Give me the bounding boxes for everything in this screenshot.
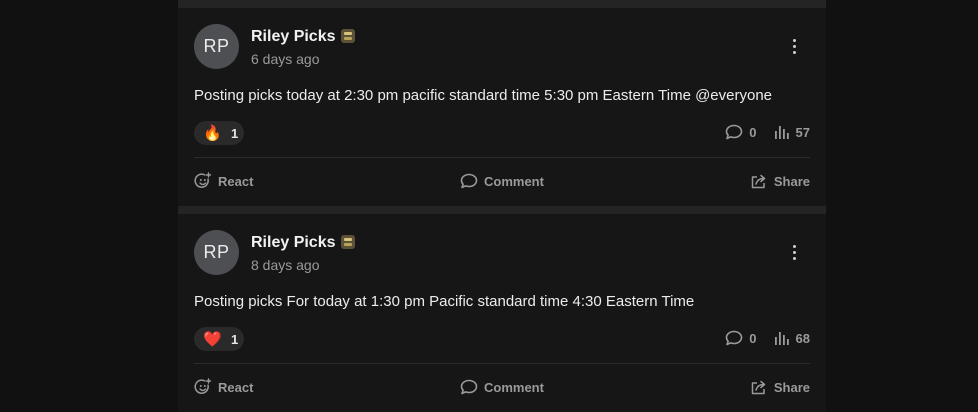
comment-bubble-icon bbox=[725, 330, 743, 346]
post-card: RP Riley Picks 6 days ago Posting picks … bbox=[178, 8, 826, 206]
comment-label: Comment bbox=[484, 379, 544, 395]
reaction-pill[interactable]: 🔥 1 bbox=[194, 121, 244, 145]
react-label: React bbox=[218, 379, 254, 395]
comment-button[interactable]: Comment bbox=[460, 170, 544, 192]
ledger-badge-icon bbox=[340, 235, 355, 249]
post-card: RP Riley Picks 8 days ago Posting picks … bbox=[178, 214, 826, 412]
comment-button[interactable]: Comment bbox=[460, 376, 544, 398]
more-options-icon[interactable] bbox=[784, 36, 804, 56]
add-reaction-icon bbox=[194, 378, 212, 394]
post-stats: 0 68 bbox=[725, 330, 810, 346]
divider bbox=[194, 363, 810, 364]
share-button[interactable]: Share bbox=[750, 170, 810, 192]
heart-reaction-icon: ❤️ bbox=[203, 330, 222, 348]
post-timestamp[interactable]: 8 days ago bbox=[251, 257, 320, 273]
author-name-row: Riley Picks bbox=[251, 234, 355, 252]
comment-bubble-icon bbox=[725, 124, 743, 140]
author-name[interactable]: Riley Picks bbox=[251, 28, 336, 46]
view-count-value: 68 bbox=[795, 330, 810, 346]
comment-count[interactable]: 0 bbox=[725, 124, 757, 140]
author-name-row: Riley Picks bbox=[251, 28, 355, 46]
share-button[interactable]: Share bbox=[750, 376, 810, 398]
reaction-count: 1 bbox=[231, 125, 239, 141]
post-text: Posting picks today at 2:30 pm pacific s… bbox=[194, 87, 773, 104]
comment-count-value: 0 bbox=[749, 330, 757, 346]
react-button[interactable]: React bbox=[194, 376, 253, 398]
comment-bubble-icon bbox=[460, 173, 478, 189]
bar-chart-icon bbox=[774, 126, 789, 139]
share-icon bbox=[751, 380, 766, 395]
react-button[interactable]: React bbox=[194, 170, 253, 192]
post-timestamp[interactable]: 6 days ago bbox=[251, 51, 320, 67]
avatar[interactable]: RP bbox=[194, 24, 239, 69]
feed: RP Riley Picks 6 days ago Posting picks … bbox=[178, 0, 826, 412]
share-label: Share bbox=[773, 173, 810, 189]
comment-label: Comment bbox=[484, 173, 544, 189]
view-count-value: 57 bbox=[795, 124, 810, 140]
comment-count[interactable]: 0 bbox=[725, 330, 757, 346]
post-text: Posting picks For today at 1:30 pm Pacif… bbox=[194, 293, 695, 310]
post-actions: React Comment Share bbox=[194, 376, 810, 398]
reaction-pill[interactable]: ❤️ 1 bbox=[194, 327, 244, 351]
author-name[interactable]: Riley Picks bbox=[251, 234, 336, 252]
share-label: Share bbox=[773, 379, 810, 395]
more-options-icon[interactable] bbox=[784, 242, 804, 262]
fire-reaction-icon: 🔥 bbox=[203, 124, 222, 142]
view-count: 68 bbox=[774, 331, 810, 346]
post-actions: React Comment Share bbox=[194, 170, 810, 192]
react-label: React bbox=[218, 173, 254, 189]
reaction-count: 1 bbox=[231, 331, 239, 347]
share-icon bbox=[751, 174, 766, 189]
comment-bubble-icon bbox=[460, 379, 478, 395]
add-reaction-icon bbox=[194, 172, 212, 188]
post-stats: 0 57 bbox=[725, 124, 810, 140]
view-count: 57 bbox=[774, 125, 810, 140]
bar-chart-icon bbox=[774, 332, 789, 345]
divider bbox=[194, 157, 810, 158]
comment-count-value: 0 bbox=[749, 124, 757, 140]
ledger-badge-icon bbox=[340, 29, 355, 43]
avatar[interactable]: RP bbox=[194, 230, 239, 275]
